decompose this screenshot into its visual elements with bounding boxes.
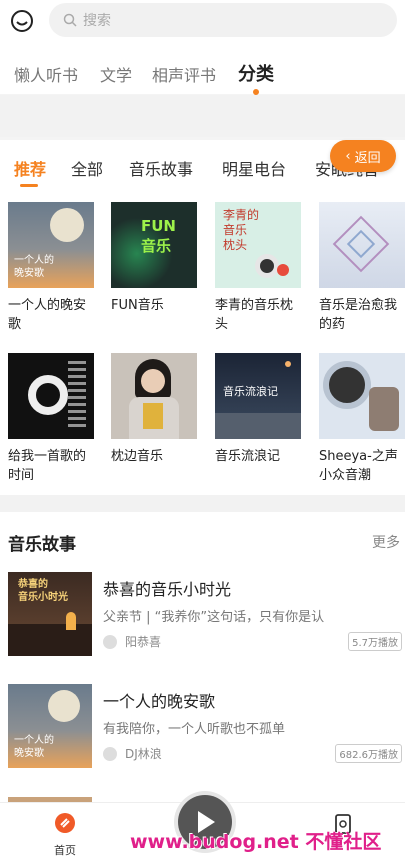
search-input[interactable]: 搜索 <box>49 3 397 37</box>
story-author: 阳恭喜 <box>125 635 162 649</box>
tab-lazy-listen[interactable]: 懒人听书 <box>14 62 78 86</box>
cover-text: 一个人的 晚安歌 <box>14 735 54 759</box>
grid-item[interactable]: 枕边音乐 <box>111 353 197 466</box>
search-placeholder: 搜索 <box>83 13 111 29</box>
watermark-text: www.budog.net 不懂社区 <box>130 831 382 853</box>
tab-crosstalk[interactable]: 相声评书 <box>152 62 216 86</box>
subtab-indicator <box>20 184 38 187</box>
play-count-badge: 5.7万播放 <box>348 632 402 651</box>
subtab-recommend[interactable]: 推荐 <box>14 156 46 180</box>
grid-item-label: 李青的音乐枕头 <box>215 298 294 332</box>
tab-literature[interactable]: 文学 <box>100 62 132 86</box>
cover-image <box>111 353 197 439</box>
grid-item-label: Sheeya-之声小众音潮 <box>319 449 398 483</box>
story-desc: 父亲节 | “我养你”这句话，只有你是认 <box>103 610 325 625</box>
bottom-nav: 首页 www.budog.net 不懂社区 <box>0 795 405 860</box>
story-author: DJ林浪 <box>125 747 162 761</box>
section-divider <box>0 495 405 512</box>
more-link[interactable]: 更多 <box>372 532 400 552</box>
story-title: 一个人的晚安歌 <box>103 692 216 711</box>
grid-item-label: 给我一首歌的时间 <box>8 449 87 483</box>
story-thumbnail: 恭喜的 音乐小时光 <box>8 572 92 656</box>
cover-text: 音乐流浪记 <box>223 385 278 398</box>
smile-icon[interactable] <box>10 9 34 33</box>
music-story-section: 音乐故事 更多 恭喜的 音乐小时光 恭喜的音乐小时光 父亲节 | “我养你”这句… <box>0 512 405 802</box>
cover-image: FUN 音乐 <box>111 202 197 288</box>
grid-item[interactable]: Sheeya-之声小众音潮 <box>319 353 405 485</box>
grid-item[interactable]: 李青的 音乐 枕头 李青的音乐枕头 <box>215 202 301 334</box>
cover-text: FUN 音乐 <box>141 217 176 255</box>
story-title: 恭喜的音乐小时光 <box>103 580 232 599</box>
tab-category[interactable]: 分类 <box>238 60 274 86</box>
grid-item-label: 音乐是治愈我的药 <box>319 298 398 332</box>
chevron-left-icon: ‹ <box>345 148 351 164</box>
story-thumbnail: 一个人的 晚安歌 <box>8 684 92 768</box>
cover-image <box>319 353 405 439</box>
grid-item[interactable]: 音乐是治愈我的药 <box>319 202 405 334</box>
grid-item[interactable]: 音乐流浪记 音乐流浪记 <box>215 353 301 466</box>
home-label[interactable]: 首页 <box>54 842 76 858</box>
cover-image: 李青的 音乐 枕头 <box>215 202 301 288</box>
grid-item-label: 一个人的晚安歌 <box>8 298 87 332</box>
grid-item-label: 音乐流浪记 <box>215 449 281 464</box>
cover-image: 音乐流浪记 <box>215 353 301 439</box>
subtab-music-story[interactable]: 音乐故事 <box>129 156 193 180</box>
top-bar: 搜索 <box>0 0 405 42</box>
recommend-card: 推荐 全部 音乐故事 明星电台 安眠纯音 一个人的 晚安歌 一个人的晚安歌 FU… <box>0 140 405 495</box>
cover-image: 一个人的 晚安歌 <box>8 202 94 288</box>
grid-item[interactable]: FUN 音乐 FUN音乐 <box>111 202 197 315</box>
cover-text: 李青的 音乐 枕头 <box>223 208 260 252</box>
grid-item-label: FUN音乐 <box>111 298 164 313</box>
cover-image <box>8 353 94 439</box>
list-item[interactable]: 一个人的 晚安歌 一个人的晚安歌 有我陪你，一个人听歌也不孤单 DJ林浪 682… <box>0 684 405 774</box>
subtab-star-radio[interactable]: 明星电台 <box>222 156 286 180</box>
banner-placeholder <box>0 95 405 137</box>
back-button[interactable]: ‹ 返回 <box>330 140 396 172</box>
grid-item-label: 枕边音乐 <box>111 449 164 464</box>
story-desc: 有我陪你，一个人听歌也不孤单 <box>103 722 286 737</box>
cover-text: 一个人的 晚安歌 <box>14 255 54 279</box>
avatar-icon <box>103 747 117 761</box>
home-icon[interactable] <box>55 813 75 833</box>
subtab-all[interactable]: 全部 <box>71 156 103 180</box>
section-title: 音乐故事 <box>8 535 76 555</box>
cover-image <box>319 202 405 288</box>
search-icon <box>63 13 77 27</box>
grid-item[interactable]: 给我一首歌的时间 <box>8 353 94 485</box>
play-count-badge: 682.6万播放 <box>335 744 402 763</box>
back-button-label: 返回 <box>354 150 381 166</box>
cover-text: 恭喜的 音乐小时光 <box>18 579 68 603</box>
grid-item[interactable]: 一个人的 晚安歌 一个人的晚安歌 <box>8 202 94 334</box>
category-tabs: 懒人听书 文学 相声评书 分类 <box>0 42 405 94</box>
avatar-icon <box>103 635 117 649</box>
list-item[interactable]: 恭喜的 音乐小时光 恭喜的音乐小时光 父亲节 | “我养你”这句话，只有你是认 … <box>0 572 405 662</box>
